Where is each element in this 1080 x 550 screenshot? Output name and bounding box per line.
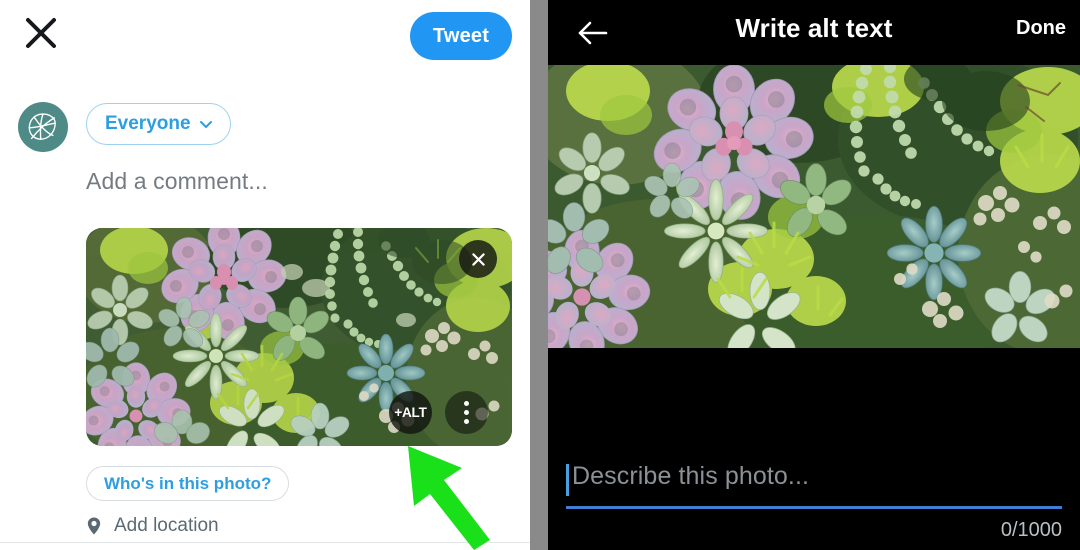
alt-text-panel: Write alt text Done Describe this photo.…	[548, 0, 1080, 550]
remove-photo-button[interactable]	[459, 240, 497, 278]
text-caret	[566, 464, 569, 496]
tweet-button[interactable]: Tweet	[410, 12, 512, 60]
comment-input[interactable]: Add a comment...	[86, 168, 268, 195]
avatar[interactable]	[18, 102, 68, 152]
describe-photo-field[interactable]: Describe this photo... 0/1000	[566, 462, 1062, 541]
add-location-button[interactable]: Add location	[84, 514, 219, 538]
leaf-avatar-icon	[28, 113, 56, 140]
three-dot-menu-icon	[464, 401, 469, 406]
location-pin-icon	[87, 517, 101, 535]
done-button[interactable]: Done	[1016, 17, 1066, 40]
close-icon	[471, 252, 485, 266]
whos-in-this-photo-button[interactable]: Who's in this photo?	[86, 466, 290, 501]
chevron-down-icon	[199, 121, 212, 128]
describe-placeholder[interactable]: Describe this photo...	[572, 462, 809, 491]
page-title: Write alt text	[735, 13, 893, 43]
alt-text-photo-preview	[548, 65, 1080, 348]
alt-text-topbar: Write alt text Done	[548, 0, 1080, 65]
audience-selector[interactable]: Everyone	[86, 103, 231, 145]
succulent-photo-large	[548, 65, 1080, 348]
screenshot-root: Tweet Everyone Add a comment... +ALT Who…	[0, 0, 1080, 550]
attached-photo[interactable]: +ALT	[86, 228, 512, 446]
photo-more-menu-button[interactable]	[445, 391, 488, 434]
alt-badge-button[interactable]: +ALT	[389, 391, 432, 434]
compose-panel: Tweet Everyone Add a comment... +ALT Who…	[0, 0, 530, 550]
character-counter: 0/1000	[1000, 519, 1062, 541]
close-x-icon[interactable]	[22, 14, 60, 52]
compose-topbar: Tweet	[0, 0, 530, 72]
field-underline	[566, 506, 1062, 509]
panel-divider	[530, 0, 548, 550]
compose-bottom-divider	[0, 542, 530, 543]
add-location-label: Add location	[114, 515, 219, 536]
audience-label: Everyone	[105, 113, 191, 134]
